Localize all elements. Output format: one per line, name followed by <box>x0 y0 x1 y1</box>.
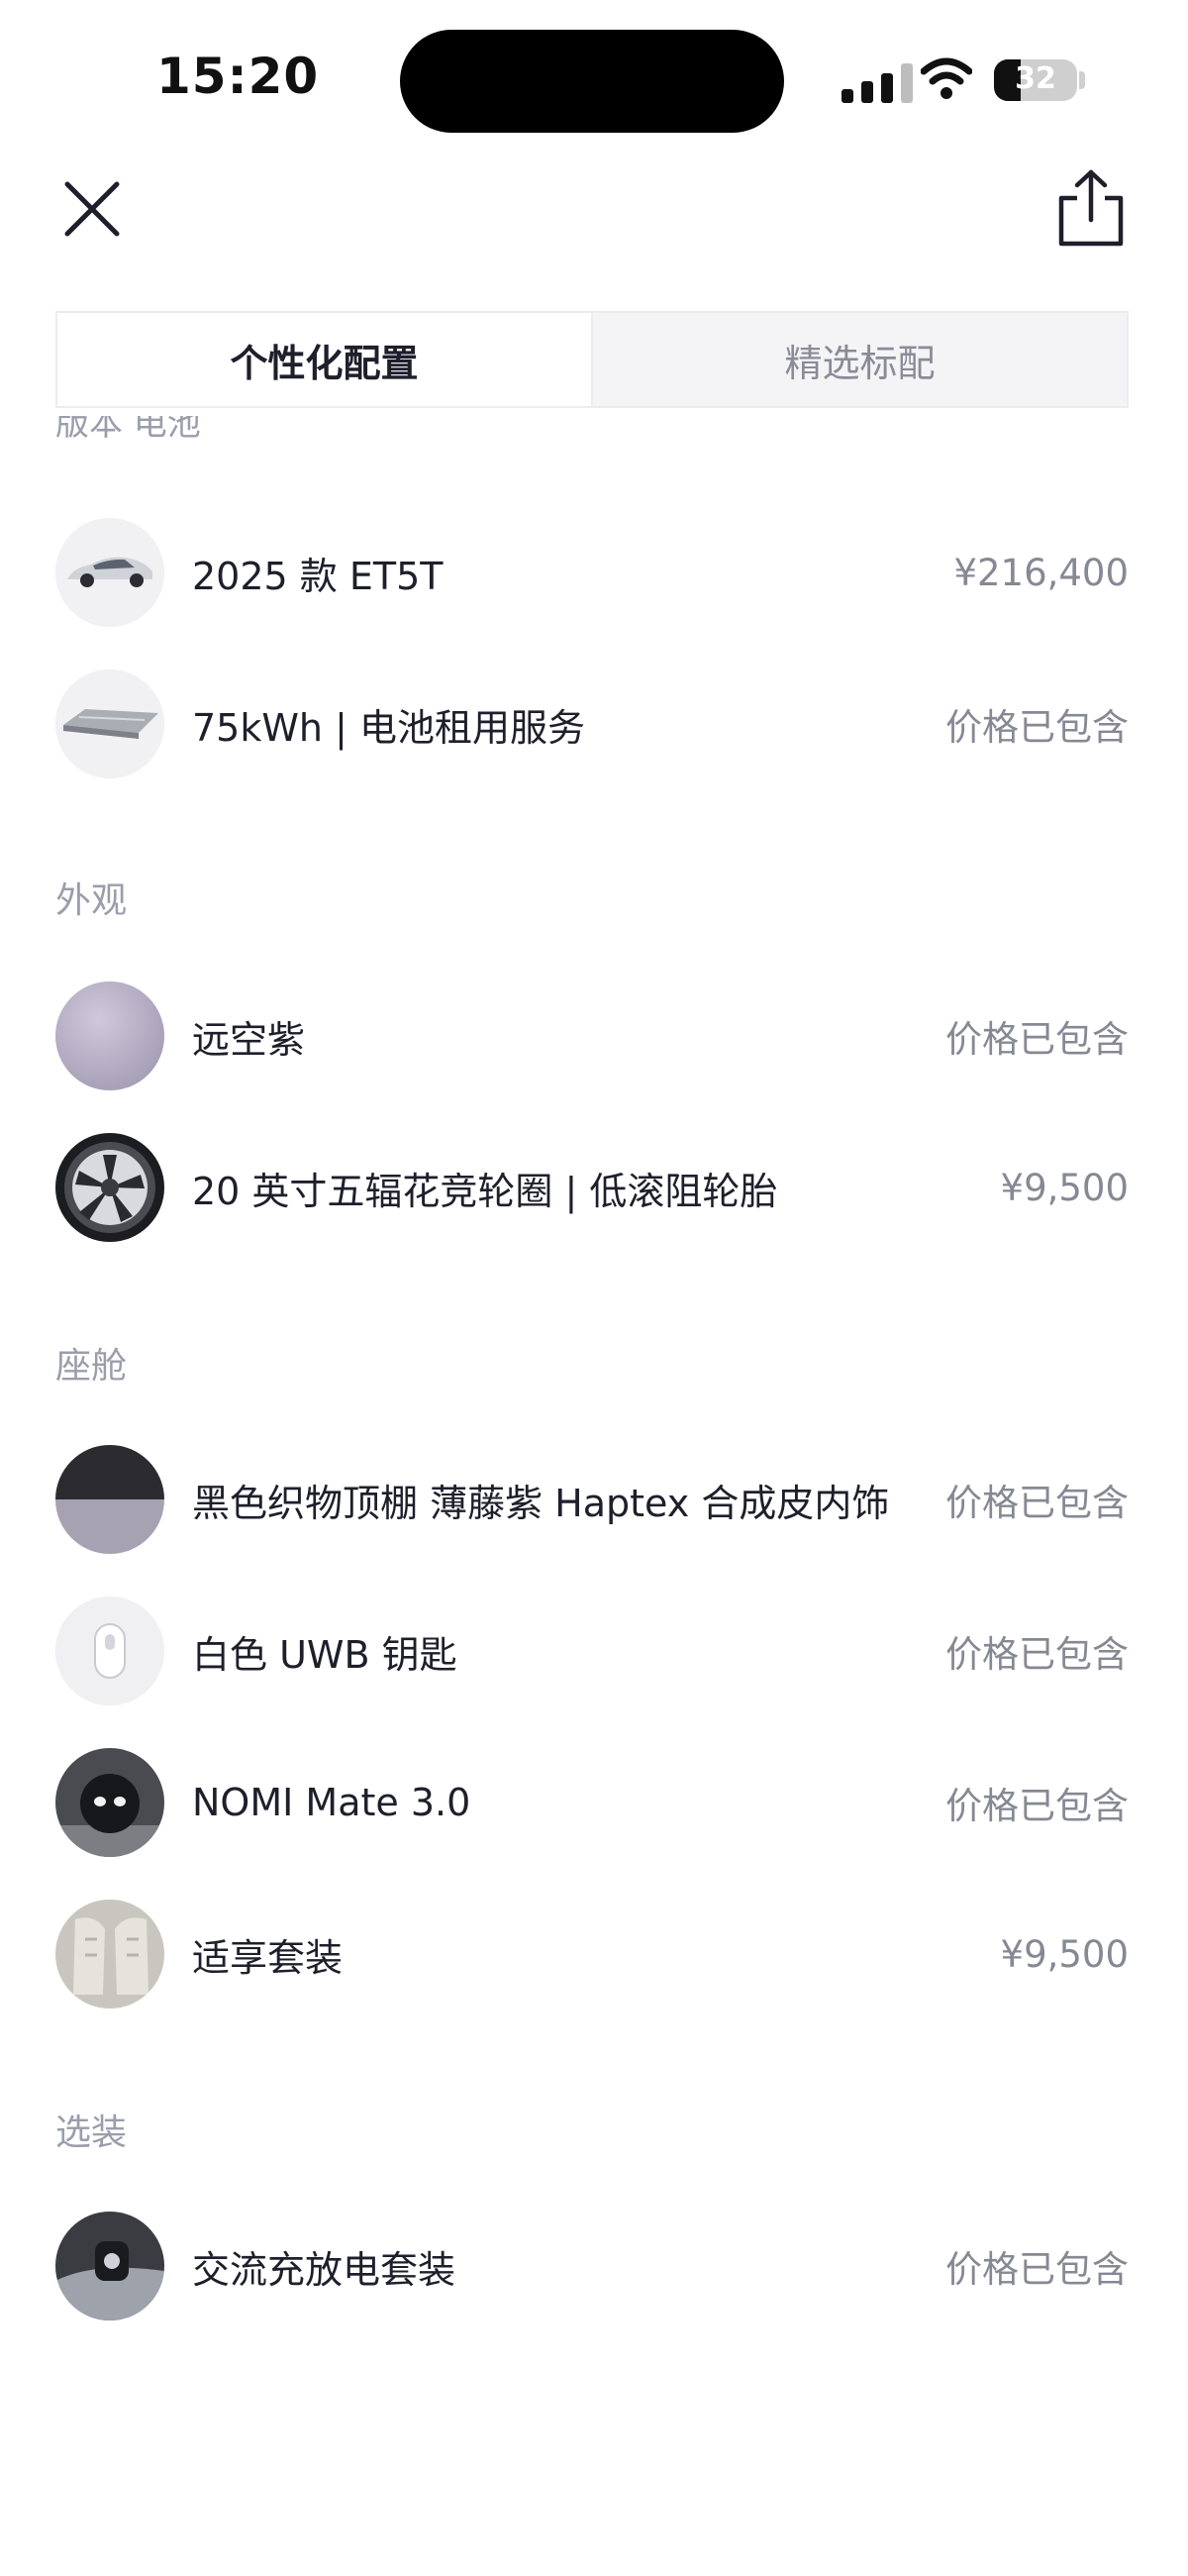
cellular-signal-icon <box>842 61 915 103</box>
tab-personalized-config[interactable]: 个性化配置 <box>57 313 593 406</box>
item-name: 20 英寸五辐花竞轮圈 | 低滚阻轮胎 <box>192 1169 778 1213</box>
list-item-comfort-package[interactable]: 适享套装 ¥9,500 <box>55 1899 1129 2009</box>
battery-icon: 32 <box>994 59 1077 101</box>
section-title-options: 选装 <box>55 2112 128 2153</box>
nomi-thumbnail <box>55 1748 164 1857</box>
key-fob-thumbnail <box>55 1597 164 1705</box>
list-item-charger-kit[interactable]: 交流充放电套装 价格已包含 <box>55 2211 1129 2321</box>
section-heading-version-battery: 版本 电池 <box>55 416 201 444</box>
item-name: 白色 UWB 钥匙 <box>192 1632 457 1677</box>
section-title-cabin: 座舱 <box>55 1346 128 1387</box>
item-name: NOMI Mate 3.0 <box>192 1781 471 1824</box>
battery-pack-thumbnail <box>55 670 164 778</box>
item-price: 价格已包含 <box>945 1018 1129 1061</box>
item-price: 价格已包含 <box>945 706 1129 749</box>
charger-thumbnail <box>55 2212 164 2320</box>
paint-swatch-thumbnail <box>55 981 164 1090</box>
item-name: 远空紫 <box>192 1017 306 1062</box>
item-price: 价格已包含 <box>945 1785 1129 1827</box>
list-item-key[interactable]: 白色 UWB 钥匙 价格已包含 <box>55 1596 1129 1706</box>
item-name: 75kWh | 电池租用服务 <box>192 705 585 750</box>
share-icon <box>1058 169 1124 247</box>
tab-standard-config[interactable]: 精选标配 <box>593 313 1127 406</box>
battery-percent: 32 <box>1015 61 1056 96</box>
config-tabs: 个性化配置 精选标配 <box>55 311 1129 408</box>
item-price: 价格已包含 <box>945 1633 1129 1676</box>
share-button[interactable] <box>1055 168 1127 248</box>
interior-swatch-thumbnail <box>55 1445 164 1554</box>
list-item-wheels[interactable]: 20 英寸五辐花竞轮圈 | 低滚阻轮胎 ¥9,500 <box>55 1132 1129 1243</box>
item-name: 黑色织物顶棚 薄藤紫 Haptex 合成皮内饰 <box>192 1481 890 1525</box>
status-time: 15:20 <box>156 48 320 105</box>
list-item-nomi[interactable]: NOMI Mate 3.0 价格已包含 <box>55 1747 1129 1858</box>
item-name: 适享套装 <box>192 1935 344 1980</box>
item-price: ¥216,400 <box>953 551 1129 594</box>
item-name: 2025 款 ET5T <box>192 554 444 598</box>
item-price: 价格已包含 <box>945 2248 1129 2291</box>
dynamic-island <box>400 30 784 133</box>
seat-thumbnail <box>55 1900 164 2009</box>
item-name: 交流充放电套装 <box>192 2247 456 2292</box>
item-price: ¥9,500 <box>1000 1932 1129 1976</box>
section-title-exterior: 外观 <box>55 880 128 921</box>
list-item-model[interactable]: 2025 款 ET5T ¥216,400 <box>55 517 1129 628</box>
list-item-battery[interactable]: 75kWh | 电池租用服务 价格已包含 <box>55 669 1129 779</box>
close-icon <box>64 181 120 237</box>
close-button[interactable] <box>57 174 127 244</box>
wifi-icon <box>920 57 973 101</box>
list-item-paint[interactable]: 远空紫 价格已包含 <box>55 980 1129 1091</box>
list-item-interior[interactable]: 黑色织物顶棚 薄藤紫 Haptex 合成皮内饰 价格已包含 <box>55 1444 1129 1555</box>
car-thumbnail <box>55 518 164 627</box>
item-price: 价格已包含 <box>945 1482 1129 1524</box>
battery-cap <box>1079 71 1085 89</box>
item-price: ¥9,500 <box>1000 1166 1129 1209</box>
wheel-thumbnail <box>55 1133 164 1242</box>
